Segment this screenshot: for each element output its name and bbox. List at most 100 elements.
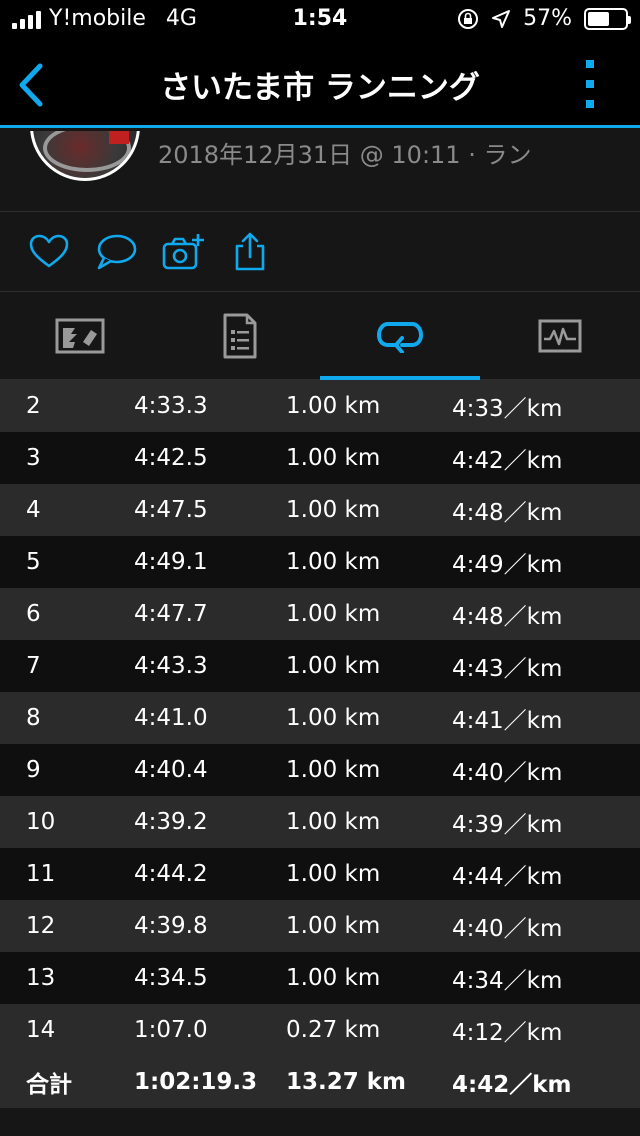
lap-number: 7 (26, 653, 41, 679)
avatar[interactable] (30, 131, 140, 181)
lap-pace: 4:34／km (452, 968, 563, 994)
chart-icon (538, 319, 582, 353)
status-right: 57% (457, 6, 631, 31)
nav-bar: さいたま市 ランニング (0, 40, 640, 128)
lap-distance: 1.00 km (286, 497, 381, 523)
battery-fill (588, 11, 609, 26)
total-pace: 4:42／km (452, 1072, 572, 1098)
lap-row[interactable]: 7 4:43.3 1.00 km 4:43／km (0, 640, 640, 692)
lap-row[interactable]: 9 4:40.4 1.00 km 4:40／km (0, 744, 640, 796)
lap-pace: 4:33／km (452, 396, 563, 422)
more-options-button[interactable] (580, 60, 600, 108)
lap-row[interactable]: 14 1:07.0 0.27 km 4:12／km (0, 1004, 640, 1056)
tab-bar (0, 292, 640, 380)
lap-time: 4:47.5 (134, 497, 208, 523)
tab-map[interactable] (0, 292, 160, 380)
lap-pace: 4:40／km (452, 760, 563, 786)
share-icon[interactable] (232, 232, 268, 272)
like-icon[interactable] (28, 232, 70, 272)
lap-time: 4:40.4 (134, 757, 208, 783)
lap-number: 9 (26, 757, 41, 783)
lap-pace: 4:49／km (452, 552, 563, 578)
rotation-lock-icon (458, 8, 479, 29)
lap-number: 13 (26, 965, 56, 991)
lap-time: 4:49.1 (134, 549, 208, 575)
lap-row[interactable]: 6 4:47.7 1.00 km 4:48／km (0, 588, 640, 640)
lap-time: 1:07.0 (134, 1017, 208, 1043)
lap-pace: 4:43／km (452, 656, 563, 682)
lap-distance: 1.00 km (286, 445, 381, 471)
add-photo-icon[interactable] (162, 232, 206, 272)
lap-row[interactable]: 10 4:39.2 1.00 km 4:39／km (0, 796, 640, 848)
lap-time: 4:33.3 (134, 393, 208, 419)
lap-distance: 1.00 km (286, 393, 381, 419)
lap-distance: 1.00 km (286, 601, 381, 627)
lap-row[interactable]: 11 4:44.2 1.00 km 4:44／km (0, 848, 640, 900)
lap-number: 4 (26, 497, 41, 523)
lap-row[interactable]: 4 4:47.5 1.00 km 4:48／km (0, 484, 640, 536)
lap-time: 4:39.8 (134, 913, 208, 939)
battery-icon (584, 7, 631, 30)
map-icon (55, 318, 105, 354)
lap-pace: 4:48／km (452, 500, 563, 526)
action-bar (0, 212, 640, 292)
lap-time: 4:41.0 (134, 705, 208, 731)
lap-row[interactable]: 5 4:49.1 1.00 km 4:49／km (0, 536, 640, 588)
lap-row[interactable]: 13 4:34.5 1.00 km 4:34／km (0, 952, 640, 1004)
lap-number: 5 (26, 549, 41, 575)
lap-pace: 4:40／km (452, 916, 563, 942)
more-dot-icon (586, 80, 594, 88)
lap-time: 4:44.2 (134, 861, 208, 887)
lap-number: 2 (26, 393, 41, 419)
activity-meta: 2018年12月31日 @ 10:11 · ラン (158, 141, 532, 169)
lap-pace: 4:39／km (452, 812, 563, 838)
lap-pace: 4:48／km (452, 604, 563, 630)
total-distance: 13.27 km (286, 1069, 407, 1095)
lap-distance: 1.00 km (286, 549, 381, 575)
total-time: 1:02:19.3 (134, 1069, 258, 1095)
lap-pace: 4:12／km (452, 1020, 563, 1046)
lap-number: 14 (26, 1017, 56, 1043)
page-title: さいたま市 ランニング (160, 70, 480, 106)
total-row: 合計 1:02:19.3 13.27 km 4:42／km (0, 1056, 640, 1108)
status-bar: Y!mobile 4G 1:54 57% (0, 0, 640, 40)
lap-distance: 0.27 km (286, 1017, 381, 1043)
comment-icon[interactable] (95, 232, 137, 272)
lap-distance: 1.00 km (286, 757, 381, 783)
lap-time: 4:34.5 (134, 965, 208, 991)
tab-details[interactable] (160, 292, 320, 380)
more-dot-icon (586, 60, 594, 68)
lap-time: 4:43.3 (134, 653, 208, 679)
lap-number: 6 (26, 601, 41, 627)
total-label: 合計 (26, 1072, 72, 1098)
tab-laps[interactable] (320, 292, 480, 380)
lap-row[interactable]: 8 4:41.0 1.00 km 4:41／km (0, 692, 640, 744)
lap-time: 4:42.5 (134, 445, 208, 471)
lap-distance: 1.00 km (286, 861, 381, 887)
lap-number: 3 (26, 445, 41, 471)
lap-row[interactable]: 12 4:39.8 1.00 km 4:40／km (0, 900, 640, 952)
lap-distance: 1.00 km (286, 965, 381, 991)
details-icon (223, 313, 257, 359)
lap-row[interactable]: 2 4:33.3 1.00 km 4:33／km (0, 380, 640, 432)
lap-pace: 4:41／km (452, 708, 563, 734)
lap-distance: 1.00 km (286, 653, 381, 679)
more-dot-icon (586, 100, 594, 108)
lap-number: 11 (26, 861, 56, 887)
lap-pace: 4:42／km (452, 448, 563, 474)
lap-pace: 4:44／km (452, 864, 563, 890)
activity-header: 2018年12月31日 @ 10:11 · ラン (0, 131, 640, 212)
lap-number: 12 (26, 913, 56, 939)
laps-table: 2 4:33.3 1.00 km 4:33／km 3 4:42.5 1.00 km 4:42／… (0, 380, 640, 1108)
location-icon (492, 9, 511, 28)
tab-charts[interactable] (480, 292, 640, 380)
lap-time: 4:47.7 (134, 601, 208, 627)
lap-number: 10 (26, 809, 56, 835)
lap-time: 4:39.2 (134, 809, 208, 835)
laps-icon (376, 322, 424, 353)
lap-distance: 1.00 km (286, 913, 381, 939)
lap-distance: 1.00 km (286, 809, 381, 835)
lap-row[interactable]: 3 4:42.5 1.00 km 4:42／km (0, 432, 640, 484)
lap-number: 8 (26, 705, 41, 731)
battery-percent: 57% (523, 6, 572, 31)
